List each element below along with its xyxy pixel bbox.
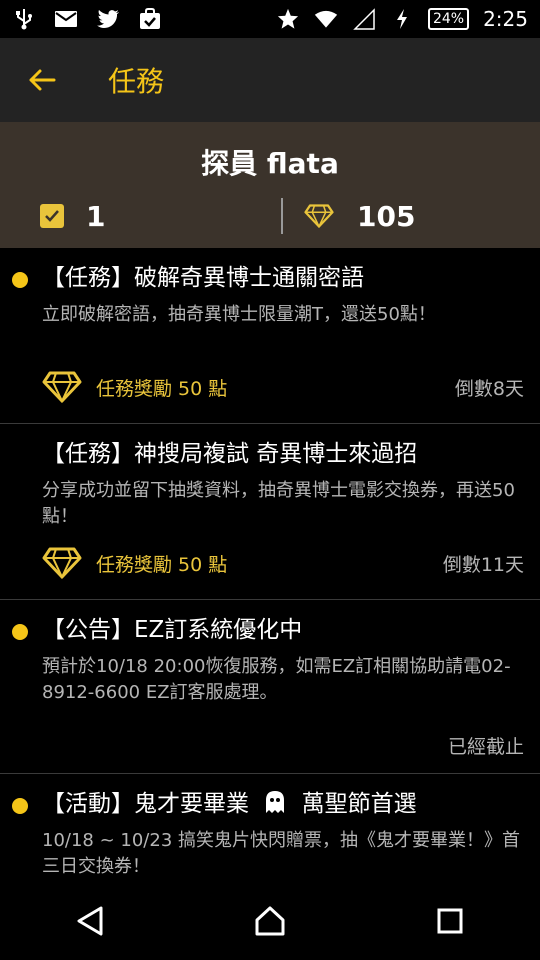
item-title: 【任務】破解奇異博士通關密語 [42, 265, 364, 291]
diamond-icon [299, 199, 339, 233]
profile-stats: 1 105 [0, 196, 540, 236]
twitter-icon [96, 7, 120, 31]
nav-home-button[interactable] [240, 891, 300, 951]
item-desc: 立即破解密語，抽奇異博士限量潮T，還送50點！ [42, 304, 436, 325]
app-bar: 任務 [0, 38, 540, 122]
reward: 任務獎勵 50 點 [42, 370, 227, 404]
list-item[interactable]: 【任務】神搜局複試 奇異博士來過招 分享成功並留下抽獎資料，抽奇異博士電影交換券… [0, 424, 540, 600]
countdown: 倒數11天 [442, 553, 524, 576]
item-footer: 已經截止 [42, 732, 524, 759]
charging-icon [390, 7, 414, 31]
list-item[interactable]: 【公告】EZ訂系統優化中 預計於10/18 20:00恢復服務，如需EZ訂相關協… [0, 600, 540, 774]
ghost-icon [266, 791, 285, 813]
page-title: 任務 [108, 65, 165, 98]
square-recents-icon [437, 908, 463, 934]
unread-dot [12, 624, 28, 640]
unread-dot [12, 272, 28, 288]
arrow-left-icon [29, 69, 56, 91]
unread-dot [12, 798, 28, 814]
item-footer: 任務獎勵 50 點 倒數8天 [42, 370, 524, 404]
tasks-stat: 1 [0, 200, 281, 233]
profile-name: 探員 flata [201, 147, 339, 180]
navigation-bar [0, 882, 540, 960]
reward: 任務獎勵 50 點 [42, 546, 227, 580]
points-stat: 105 [281, 198, 540, 234]
diamond-icon [42, 370, 82, 404]
mail-icon [54, 7, 78, 31]
shopping-bag-icon [138, 7, 162, 31]
task-list: 【任務】破解奇異博士通關密語 立即破解密語，抽奇異博士限量潮T，還送50點！ 任… [0, 248, 540, 880]
star-icon [276, 7, 300, 31]
item-title-part2: 萬聖節首選 [301, 791, 417, 817]
battery-indicator: 24% [427, 8, 470, 30]
back-button[interactable] [20, 58, 64, 102]
wifi-icon [314, 7, 338, 31]
home-icon [255, 906, 285, 936]
usb-icon [12, 7, 36, 31]
points-value: 105 [357, 199, 416, 233]
item-desc: 分享成功並留下抽獎資料，抽奇異博士電影交換券，再送50點！ [42, 480, 515, 527]
reward-text: 任務獎勵 50 點 [96, 553, 228, 576]
item-desc: 10/18 ~ 10/23 搞笑鬼片快閃贈票，抽《鬼才要畢業！》首三日交換券！ [42, 830, 520, 877]
item-title: 【公告】EZ訂系統優化中 [42, 617, 303, 643]
countdown: 倒數8天 [454, 377, 524, 400]
profile-header: 探員 flata 1 105 [0, 122, 540, 248]
status-bar: 24% 2:25 [0, 0, 540, 38]
clock: 2:25 [483, 7, 528, 31]
item-title: 【活動】鬼才要畢業 萬聖節首選 [42, 788, 524, 820]
list-item[interactable]: 【活動】鬼才要畢業 萬聖節首選 10/18 ~ 10/23 搞笑鬼片快閃贈票，抽… [0, 774, 540, 880]
reward-text: 任務獎勵 50 點 [96, 377, 228, 400]
nav-back-button[interactable] [60, 891, 120, 951]
diamond-icon [42, 546, 82, 580]
item-desc: 預計於10/18 20:00恢復服務，如需EZ訂相關協助請電02-8912-66… [42, 656, 511, 703]
item-title-part1: 【活動】鬼才要畢業 [42, 791, 249, 817]
expired-label: 已經截止 [447, 736, 524, 758]
list-item[interactable]: 【任務】破解奇異博士通關密語 立即破解密語，抽奇異博士限量潮T，還送50點！ 任… [0, 248, 540, 424]
triangle-back-icon [77, 906, 103, 936]
tasks-count: 1 [86, 199, 106, 233]
checkbox-icon [40, 204, 64, 228]
item-title: 【任務】神搜局複試 奇異博士來過招 [42, 441, 418, 467]
signal-icon [352, 7, 376, 31]
item-footer: 任務獎勵 50 點 倒數11天 [42, 546, 524, 580]
nav-recents-button[interactable] [420, 891, 480, 951]
